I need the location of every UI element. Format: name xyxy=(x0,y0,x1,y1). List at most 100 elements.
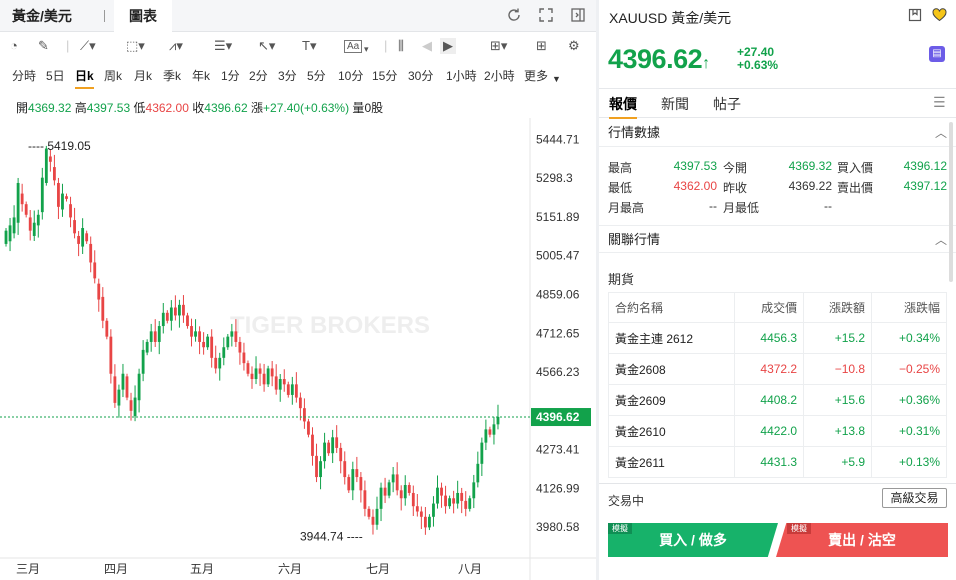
arrow-icon[interactable]: ↖▾ xyxy=(258,38,275,54)
period-11[interactable]: 10分 xyxy=(338,68,363,84)
candle-body xyxy=(145,341,149,353)
y-tick-label: 5298.3 xyxy=(536,171,573,185)
tab-quote[interactable]: 報價 xyxy=(609,94,637,119)
futures-row[interactable]: 黃金2611 4431.3 +5.9 +0.13% xyxy=(607,446,947,478)
fib-icon[interactable]: ☰▾ xyxy=(214,38,232,54)
candle-body xyxy=(105,320,109,337)
period-1[interactable]: 5日 xyxy=(46,68,65,84)
section-market-data[interactable]: 行情數據 ︿ xyxy=(599,119,956,147)
rectangle-icon[interactable]: ⬚▾ xyxy=(126,38,145,54)
label-tool-icon[interactable]: Aa xyxy=(344,40,363,53)
candle-body xyxy=(190,326,193,337)
candle-body xyxy=(403,485,407,499)
quote-label: 賣出價 xyxy=(837,181,874,195)
sim-tag-sell: 模擬 xyxy=(787,523,811,534)
tab-news[interactable]: 新聞 xyxy=(661,94,689,114)
period-10[interactable]: 5分 xyxy=(307,68,326,84)
trendline-icon[interactable]: ⟋▾ xyxy=(80,38,96,54)
layout-icon[interactable]: ⊞▾ xyxy=(490,38,507,54)
quote-label: 昨收 xyxy=(723,181,748,195)
candle-body xyxy=(117,389,121,406)
quote-value: 4369.32 xyxy=(788,159,832,173)
candle-body xyxy=(468,498,472,509)
label-dropdown-icon[interactable]: ▾ xyxy=(364,41,369,57)
futures-chg: +15.2 xyxy=(803,322,873,354)
tab-symbol[interactable]: 黃金/美元 xyxy=(12,0,72,32)
period-12[interactable]: 15分 xyxy=(372,68,397,84)
expand-icon[interactable] xyxy=(537,7,555,26)
candle-body xyxy=(198,331,201,342)
candle-body xyxy=(432,503,435,517)
candle-body xyxy=(327,442,331,454)
collapse-icon[interactable]: ︿ xyxy=(935,226,947,254)
candle-body xyxy=(391,474,395,483)
period-7[interactable]: 1分 xyxy=(221,68,240,84)
period-8[interactable]: 2分 xyxy=(249,68,268,84)
buy-button[interactable]: 買入 / 做多 xyxy=(608,523,778,557)
bookmark-icon[interactable] xyxy=(907,8,923,25)
candlestick-chart[interactable]: TIGER BROKERS 5444.71 5298.3 5151.89 5005.47… xyxy=(0,118,596,580)
more-dropdown-icon[interactable]: ▼ xyxy=(552,71,561,87)
candle-body xyxy=(44,148,48,183)
trade-panel: 交易中 高級交易 買入 / 做多 模擬 賣出 / 沽空 模擬 xyxy=(599,483,956,580)
heart-icon[interactable] xyxy=(931,8,947,25)
candle-body xyxy=(359,477,363,491)
period-more[interactable]: 更多 xyxy=(524,68,548,84)
period-5[interactable]: 季k xyxy=(163,68,181,84)
gauge-icon[interactable]: ◔ xyxy=(10,38,18,54)
futures-pct: +0.34% xyxy=(871,322,947,354)
candle-body xyxy=(73,220,76,234)
candle-body xyxy=(226,336,230,348)
candle-body xyxy=(311,434,314,456)
period-0[interactable]: 分時 xyxy=(12,68,36,84)
candle-body xyxy=(125,376,129,398)
advanced-trade-button[interactable]: 高級交易 xyxy=(882,488,947,508)
grid-icon[interactable]: ⊞ xyxy=(536,38,547,54)
period-6[interactable]: 年k xyxy=(192,68,210,84)
period-9[interactable]: 3分 xyxy=(278,68,297,84)
futures-row[interactable]: 黃金主連 2612 4456.3 +15.2 +0.34% xyxy=(607,322,947,354)
period-15[interactable]: 2小時 xyxy=(484,68,515,84)
y-tick-label: 5005.47 xyxy=(536,249,580,263)
scrollbar[interactable] xyxy=(949,122,953,282)
period-13[interactable]: 30分 xyxy=(408,68,433,84)
candle-body xyxy=(157,326,161,342)
period-3[interactable]: 周k xyxy=(104,68,122,84)
close-value: 4396.62 xyxy=(204,101,248,115)
quote-value: -- xyxy=(709,199,717,213)
futures-price: 4408.2 xyxy=(734,384,805,416)
candle-body xyxy=(65,196,68,199)
x-tick-label: 八月 xyxy=(458,562,482,576)
collapse-icon[interactable]: ︿ xyxy=(935,119,947,147)
prev-icon[interactable]: ◀ xyxy=(422,38,432,54)
candle-body xyxy=(101,296,105,321)
wave-icon[interactable]: ⩘▾ xyxy=(169,38,183,54)
tab-chart[interactable]: 圖表 xyxy=(114,0,172,32)
refresh-icon[interactable] xyxy=(505,7,523,26)
menu-icon[interactable]: ☰ xyxy=(933,94,946,111)
period-2[interactable]: 日k xyxy=(75,68,94,89)
candle-body xyxy=(472,482,476,499)
next-icon[interactable]: ▶ xyxy=(440,38,456,54)
period-4[interactable]: 月k xyxy=(134,68,152,84)
candle-body xyxy=(8,225,12,242)
futures-row[interactable]: 黃金2609 4408.2 +15.6 +0.36% xyxy=(607,384,947,416)
futures-row[interactable]: 黃金2610 4422.0 +13.8 +0.31% xyxy=(607,415,947,447)
sidebar-toggle-icon[interactable] xyxy=(569,7,587,26)
candle-body xyxy=(452,498,456,504)
section-related[interactable]: 關聯行情 ︿ xyxy=(599,225,956,253)
candle-body xyxy=(93,262,97,279)
candle-body xyxy=(250,373,254,380)
candle-body xyxy=(423,516,427,528)
text-tool-icon[interactable]: T▾ xyxy=(302,38,316,54)
calculator-icon[interactable]: ▤ xyxy=(929,46,945,62)
bar-chart-icon[interactable]: ⫼ xyxy=(398,38,404,54)
volume-label: 量 xyxy=(352,101,365,115)
high-value: 4397.53 xyxy=(86,101,131,115)
futures-chg: +13.8 xyxy=(803,415,873,447)
period-14[interactable]: 1小時 xyxy=(446,68,477,84)
futures-row[interactable]: 黃金2608 4372.2 −10.8 −0.25% xyxy=(607,353,947,385)
pencil-icon[interactable]: ✎ xyxy=(38,38,49,54)
settings-icon[interactable]: ⚙ xyxy=(568,38,580,54)
tab-posts[interactable]: 帖子 xyxy=(713,94,741,114)
